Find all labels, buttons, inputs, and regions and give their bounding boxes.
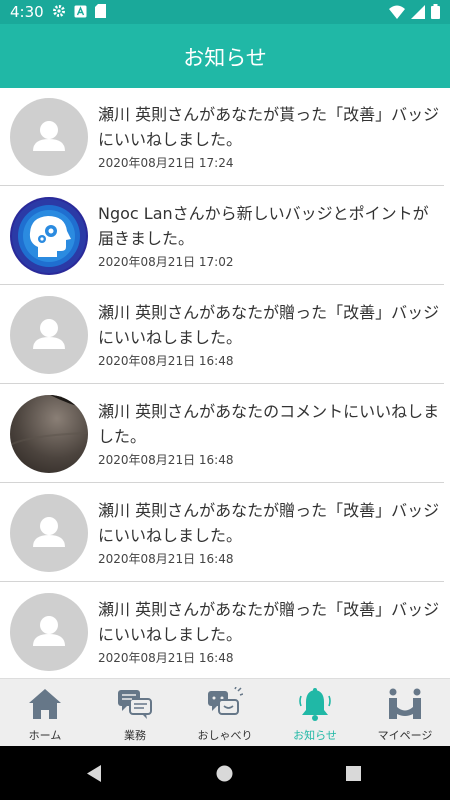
avatar bbox=[10, 296, 88, 374]
system-navigation-bar bbox=[0, 746, 450, 800]
status-bar: 4:30 bbox=[0, 0, 450, 24]
back-icon[interactable] bbox=[86, 765, 102, 782]
mypage-icon bbox=[389, 688, 421, 719]
bell-icon bbox=[299, 688, 331, 721]
notification-item[interactable]: Ngoc Lanさんから新しいバッジとポイントが届きました。 2020年08月2… bbox=[0, 187, 450, 285]
signal-icon bbox=[411, 4, 425, 19]
notification-message: 瀬川 英則さんがあなたが贈った「改善」バッジにいいねしました。 bbox=[98, 303, 440, 347]
notification-date: 2020年08月21日 16:48 bbox=[98, 354, 234, 368]
talk-icon bbox=[208, 687, 243, 715]
notification-item[interactable]: 瀬川 英則さんがあなたが贈った「改善」バッジにいいねしました。 2020年08月… bbox=[0, 286, 450, 384]
nav-item-mypage[interactable]: マイページ bbox=[360, 679, 450, 747]
notification-message: Ngoc Lanさんから新しいバッジとポイントが届きました。 bbox=[98, 204, 429, 248]
battery-icon bbox=[431, 4, 440, 19]
keyboard-a-icon bbox=[74, 5, 87, 17]
divider bbox=[0, 581, 444, 582]
photo-avatar-icon bbox=[10, 395, 88, 446]
nav-item-chat[interactable]: おしゃべり bbox=[180, 679, 270, 747]
wifi-icon bbox=[389, 5, 405, 19]
default-user-icon bbox=[33, 121, 65, 151]
notification-date: 2020年08月21日 16:48 bbox=[98, 552, 234, 566]
avatar bbox=[10, 395, 88, 473]
home-circle-icon[interactable] bbox=[216, 765, 233, 782]
status-time: 4:30 bbox=[10, 3, 44, 21]
status-icons-left bbox=[52, 4, 106, 18]
notification-date: 2020年08月21日 16:48 bbox=[98, 453, 234, 467]
app-bar: お知らせ bbox=[0, 24, 450, 88]
notification-item[interactable]: 瀬川 英則さんがあなたのコメントにいいねしました。 2020年08月21日 16… bbox=[0, 385, 450, 483]
nav-label: 業務 bbox=[124, 729, 146, 742]
divider bbox=[0, 383, 444, 384]
notification-date: 2020年08月21日 16:48 bbox=[98, 651, 234, 665]
head-gears-icon bbox=[12, 199, 86, 273]
avatar bbox=[10, 593, 88, 671]
divider bbox=[0, 284, 444, 285]
default-user-icon bbox=[33, 319, 65, 349]
notification-message: 瀬川 英則さんがあなたが貰った「改善」バッジにいいねしました。 bbox=[98, 105, 440, 149]
nav-item-notifications[interactable]: お知らせ bbox=[270, 679, 360, 747]
notification-message: 瀬川 英則さんがあなたが贈った「改善」バッジにいいねしました。 bbox=[98, 600, 440, 644]
bottom-navigation: ホーム 業務 おしゃべり お知らせ マイページ bbox=[0, 678, 450, 747]
nav-label: ホーム bbox=[28, 729, 62, 742]
notification-date: 2020年08月21日 17:02 bbox=[98, 255, 234, 269]
notification-date: 2020年08月21日 17:24 bbox=[98, 156, 234, 170]
default-user-icon bbox=[33, 517, 65, 547]
nav-label: おしゃべり bbox=[197, 729, 253, 742]
avatar bbox=[10, 494, 88, 572]
settings-icon bbox=[53, 5, 65, 17]
notification-item[interactable]: 瀬川 英則さんがあなたが貰った「改善」バッジにいいねしました。 2020年08月… bbox=[0, 88, 450, 186]
recent-apps-icon[interactable] bbox=[346, 766, 361, 781]
nav-label: マイページ bbox=[377, 729, 433, 742]
divider bbox=[0, 482, 444, 483]
home-icon bbox=[29, 689, 61, 719]
avatar bbox=[10, 98, 88, 176]
status-icons-right bbox=[389, 4, 440, 19]
notification-item[interactable]: 瀬川 英則さんがあなたが贈った「改善」バッジにいいねしました。 2020年08月… bbox=[0, 484, 450, 582]
chat-bubbles-icon bbox=[118, 690, 152, 719]
divider bbox=[0, 185, 444, 186]
notification-list[interactable]: 瀬川 英則さんがあなたが貰った「改善」バッジにいいねしました。 2020年08月… bbox=[0, 88, 450, 678]
default-user-icon bbox=[33, 616, 65, 646]
avatar bbox=[10, 197, 88, 275]
notification-message: 瀬川 英則さんがあなたのコメントにいいねしました。 bbox=[98, 402, 440, 446]
nav-item-work[interactable]: 業務 bbox=[90, 679, 180, 747]
page-title: お知らせ bbox=[183, 46, 267, 70]
sd-card-icon bbox=[95, 4, 106, 18]
notification-item[interactable]: 瀬川 英則さんがあなたが贈った「改善」バッジにいいねしました。 2020年08月… bbox=[0, 583, 450, 678]
nav-label: お知らせ bbox=[293, 729, 337, 742]
notification-message: 瀬川 英則さんがあなたが贈った「改善」バッジにいいねしました。 bbox=[98, 501, 440, 545]
nav-item-home[interactable]: ホーム bbox=[0, 679, 90, 747]
